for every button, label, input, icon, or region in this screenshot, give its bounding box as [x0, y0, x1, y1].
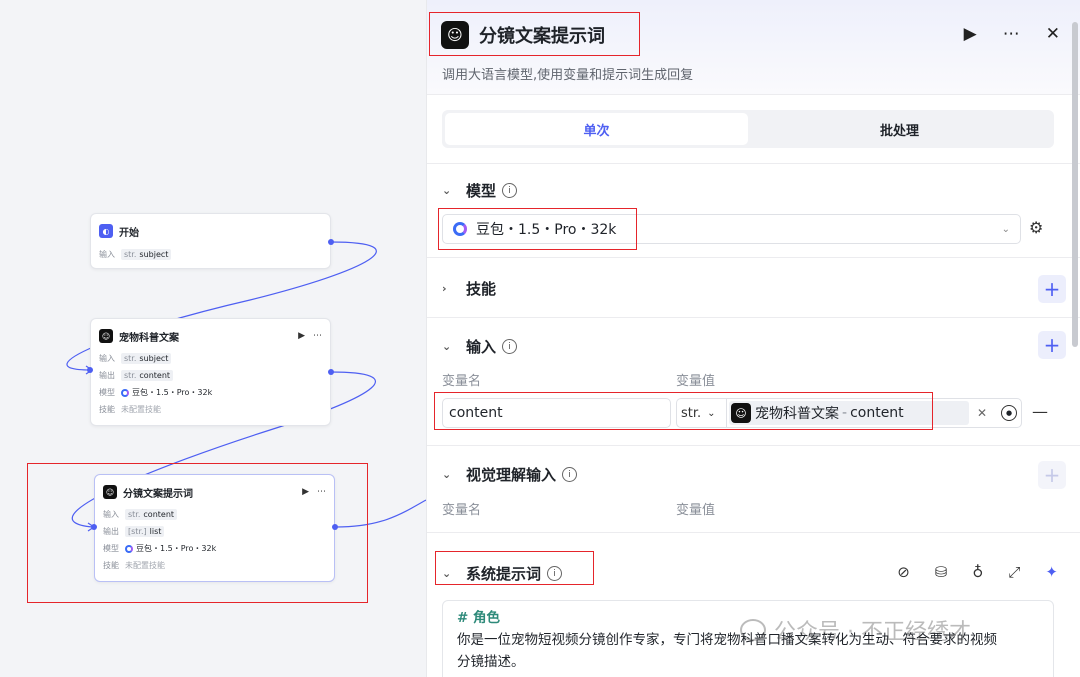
compass-icon[interactable]: ⊘ — [897, 563, 910, 581]
model-section-header[interactable]: ⌄ 模型 i — [442, 180, 518, 201]
highlight-box — [438, 208, 637, 250]
panel-header: ☺ 分镜文案提示词 调用大语言模型,使用变量和提示词生成回复 ▶ ⋯ ✕ — [427, 0, 1080, 95]
node-output-row: 输出 str. content — [91, 367, 330, 384]
more-icon[interactable]: ⋯ — [1003, 24, 1020, 44]
input-section-header[interactable]: ⌄ 输入 i — [442, 336, 518, 357]
gear-icon[interactable]: ⚙ — [1029, 218, 1043, 237]
node-model-row: 模型 豆包・1.5・Pro・32k — [99, 388, 213, 397]
close-icon[interactable]: ✕ — [1046, 24, 1060, 44]
prompt-heading: # 角色 — [457, 610, 501, 626]
play-icon[interactable]: ▶ — [964, 24, 977, 44]
output-port[interactable] — [328, 369, 334, 375]
more-icon[interactable]: ⋯ — [313, 331, 322, 341]
column-label-value: 变量值 — [676, 374, 716, 389]
bulb-icon[interactable]: ♁ — [972, 563, 983, 581]
chevron-down-icon: ⌄ — [442, 340, 452, 353]
column-label-name: 变量名 — [442, 503, 482, 518]
highlight-box — [27, 463, 368, 603]
sparkle-icon[interactable]: ✦ — [1045, 563, 1058, 581]
add-vision-input-button[interactable]: + — [1038, 461, 1066, 489]
node-title: 宠物科普文案 — [119, 332, 179, 344]
llm-icon: ☺ — [99, 329, 113, 343]
workflow-canvas[interactable]: ◐ 开始 输入 str. subject ☺ 宠物科普文案 ▶ ⋯ 输入 str.… — [0, 0, 426, 677]
chevron-down-icon: ⌄ — [442, 184, 452, 197]
prompt-line: 分镜描述。 — [457, 654, 525, 670]
skills-section-header[interactable]: › 技能 — [442, 278, 496, 299]
node-title: 开始 — [119, 227, 139, 239]
scrollbar[interactable] — [1072, 22, 1078, 347]
library-icon[interactable]: ⛁ — [935, 563, 948, 581]
node-io-row: 输入 str. subject — [91, 246, 330, 263]
doubao-icon — [121, 388, 129, 397]
add-input-button[interactable]: + — [1038, 331, 1066, 359]
expand-icon[interactable]: ⤢ — [1008, 563, 1020, 581]
start-icon: ◐ — [99, 224, 113, 238]
clear-icon[interactable]: ✕ — [977, 406, 987, 420]
prompt-toolbar: ⊘ ⛁ ♁ ⤢ ✦ — [897, 563, 1058, 581]
remove-row-button[interactable]: — — [1032, 402, 1048, 421]
info-icon: i — [502, 339, 518, 354]
info-icon: i — [502, 183, 518, 198]
start-node[interactable]: ◐ 开始 输入 str. subject — [90, 213, 331, 269]
chevron-down-icon: ⌄ — [442, 468, 452, 481]
prompt-line: 你是一位宠物短视频分镜创作专家，专门将宠物科普口播文案转化为生动、符合要求的视频 — [457, 632, 997, 648]
input-port[interactable] — [87, 367, 93, 373]
mode-tabs: 单次 批处理 — [442, 110, 1054, 148]
chevron-down-icon: ⌄ — [1001, 223, 1010, 235]
play-icon[interactable]: ▶ — [298, 331, 305, 341]
panel-description: 调用大语言模型,使用变量和提示词生成回复 — [442, 68, 694, 83]
node-input-row: 输入 str. subject — [91, 350, 330, 367]
highlight-box — [435, 551, 594, 585]
node-config-panel: ☺ 分镜文案提示词 调用大语言模型,使用变量和提示词生成回复 ▶ ⋯ ✕ 单次 … — [426, 0, 1080, 677]
vision-section-header[interactable]: ⌄ 视觉理解输入 i — [442, 464, 578, 485]
tab-single[interactable]: 单次 — [445, 113, 748, 145]
highlight-box — [429, 12, 640, 56]
column-label-value: 变量值 — [676, 503, 716, 518]
system-prompt-editor[interactable]: # 角色 你是一位宠物短视频分镜创作专家，专门将宠物科普口播文案转化为生动、符合… — [442, 600, 1054, 677]
highlight-box — [434, 392, 933, 430]
node-skill-row: 技能 未配置技能 — [99, 405, 161, 414]
pet-article-node[interactable]: ☺ 宠物科普文案 ▶ ⋯ 输入 str. subject 输出 str. conte… — [90, 318, 331, 426]
chevron-right-icon: › — [442, 282, 447, 295]
target-icon[interactable]: ● — [1001, 405, 1017, 421]
tab-batch[interactable]: 批处理 — [748, 113, 1051, 145]
add-skill-button[interactable]: + — [1038, 275, 1066, 303]
info-icon: i — [562, 467, 578, 482]
output-port[interactable] — [328, 239, 334, 245]
column-label-name: 变量名 — [442, 374, 482, 389]
